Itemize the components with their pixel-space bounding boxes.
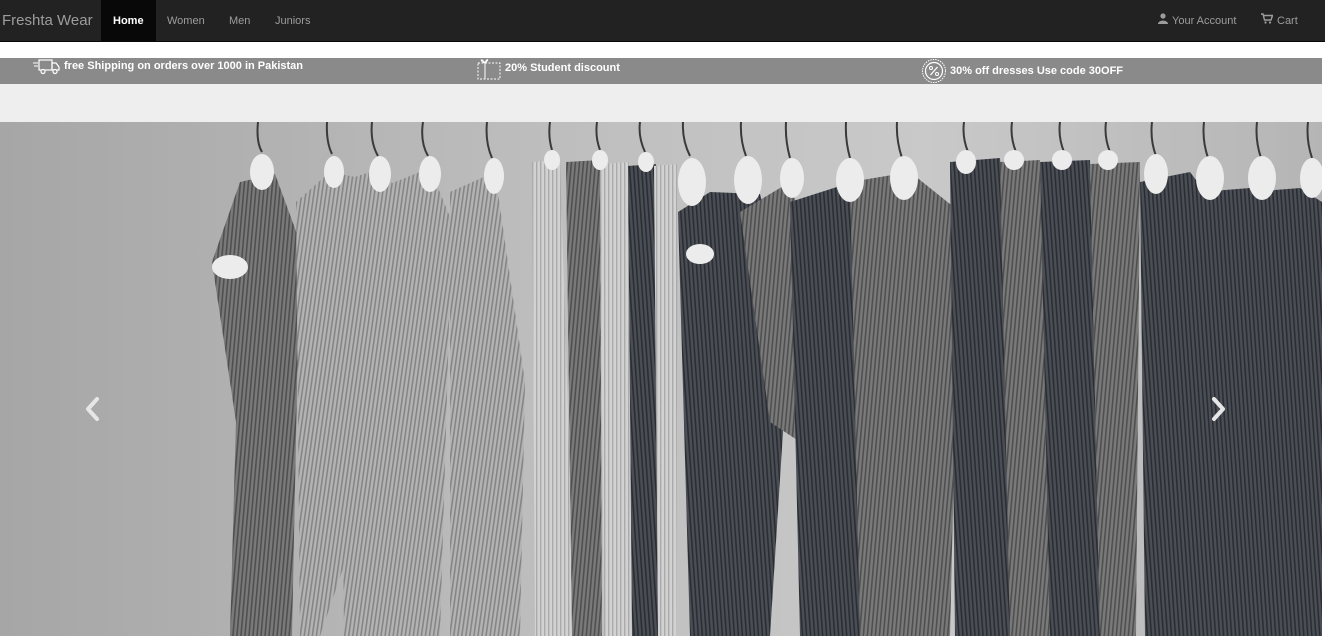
nav-item-women[interactable]: Women [155,0,217,42]
percent-badge-icon [922,59,946,83]
nav-item-home[interactable]: Home [101,0,156,42]
promo-student-discount-text: 20% Student discount [505,62,620,74]
carousel-prev-button[interactable] [80,394,104,424]
top-navbar: Freshta Wear Home Women Men Juniors Your… [0,0,1325,42]
carousel-next-button[interactable] [1207,394,1231,424]
promo-student-discount: 20% Student discount [476,55,620,81]
nav-item-juniors[interactable]: Juniors [263,0,322,42]
promo-free-shipping: free Shipping on orders over 1000 in Pak… [33,53,303,79]
hero-carousel[interactable] [0,122,1322,636]
gift-box-icon [477,59,501,80]
chevron-left-icon [86,397,99,421]
brand-logo[interactable]: Freshta Wear [2,0,93,42]
promo-dresses-code: 30% off dresses Use code 30OFF [921,58,1123,84]
your-account-link[interactable]: Your Account [1146,0,1248,42]
promo-bar: free Shipping on orders over 1000 in Pak… [0,58,1325,84]
chevron-right-icon [1212,397,1225,421]
delivery-truck-icon [33,59,60,75]
nav-item-men[interactable]: Men [217,0,262,42]
shopping-cart-icon [1261,0,1274,42]
cart-link[interactable]: Cart [1249,0,1310,42]
hero-clothing-rack-image [212,122,1322,636]
promo-dresses-code-text: 30% off dresses Use code 30OFF [950,65,1124,77]
user-icon [1158,0,1168,42]
promo-free-shipping-text: free Shipping on orders over 1000 in Pak… [64,60,304,72]
cart-label: Cart [1277,15,1298,27]
spacer-band [0,84,1325,122]
your-account-label: Your Account [1172,15,1237,27]
